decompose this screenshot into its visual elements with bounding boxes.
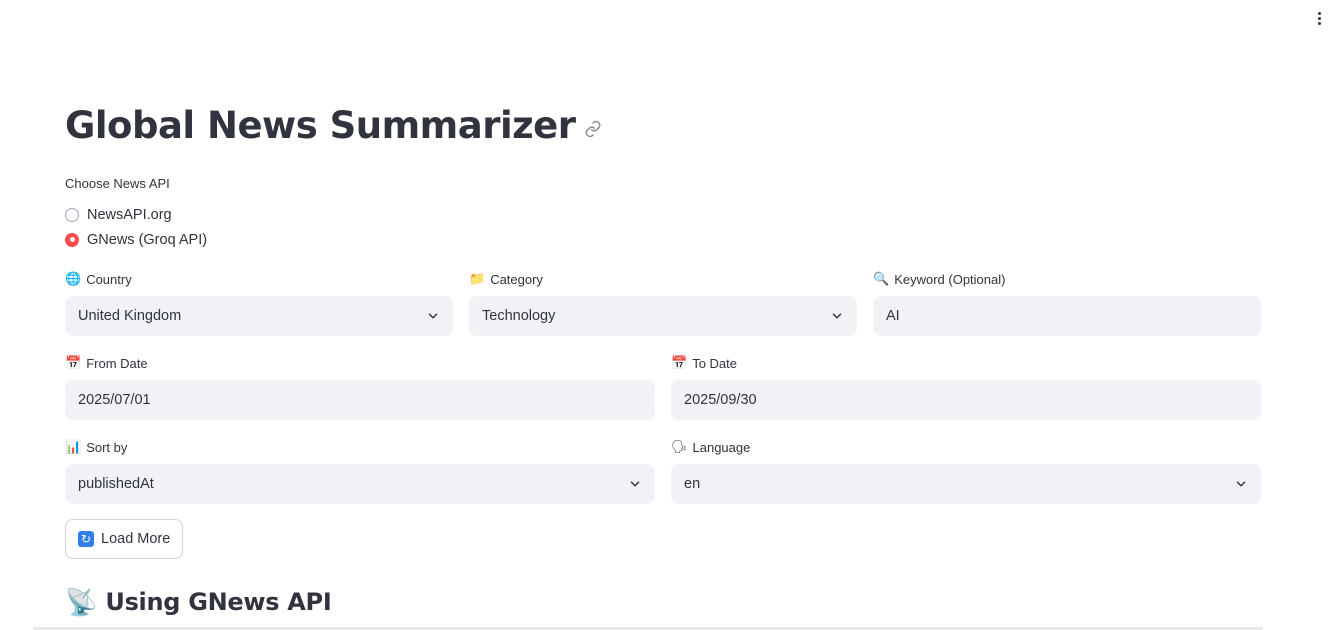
radio-option-newsapi[interactable]: NewsAPI.org bbox=[65, 202, 207, 227]
category-value: Technology bbox=[482, 308, 556, 324]
calendar-icon: 📅 bbox=[671, 355, 688, 371]
to-date-label-text: To Date bbox=[692, 355, 737, 371]
country-label: 🌐 Country bbox=[65, 270, 453, 288]
load-more-label: Load More bbox=[101, 531, 171, 547]
refresh-icon: ↻ bbox=[78, 531, 94, 547]
sort-by-field: 📊 Sort by publishedAt bbox=[65, 438, 655, 504]
country-select[interactable]: United Kingdom bbox=[65, 296, 453, 336]
keyword-value: AI bbox=[886, 308, 900, 324]
keyword-input[interactable]: AI bbox=[873, 296, 1261, 336]
category-label-text: Category bbox=[490, 271, 543, 287]
speaking-head-icon: 🗣 bbox=[671, 439, 688, 455]
language-value: en bbox=[684, 476, 701, 492]
main-menu-button[interactable] bbox=[1309, 8, 1329, 28]
chevron-down-icon bbox=[630, 481, 640, 487]
section-heading-text: Using GNews API bbox=[105, 588, 332, 616]
from-date-label: 📅 From Date bbox=[65, 354, 655, 372]
country-value: United Kingdom bbox=[78, 308, 182, 324]
folder-icon: 📁 bbox=[469, 271, 486, 287]
calendar-icon: 📅 bbox=[65, 355, 82, 371]
chevron-down-icon bbox=[832, 313, 842, 319]
sort-by-label-text: Sort by bbox=[86, 439, 128, 455]
country-field: 🌐 Country United Kingdom bbox=[65, 270, 453, 336]
from-date-field: 📅 From Date 2025/07/01 bbox=[65, 354, 655, 420]
dot bbox=[1317, 21, 1321, 25]
sort-by-label: 📊 Sort by bbox=[65, 438, 655, 456]
to-date-input[interactable]: 2025/09/30 bbox=[671, 380, 1261, 420]
to-date-value: 2025/09/30 bbox=[684, 392, 757, 408]
page-title: Global News Summarizer bbox=[65, 104, 576, 147]
radio-option-gnews[interactable]: GNews (Groq API) bbox=[65, 227, 207, 252]
link-icon[interactable] bbox=[584, 120, 602, 138]
sort-by-value: publishedAt bbox=[78, 476, 154, 492]
radio-option-label: GNews (Groq API) bbox=[87, 231, 208, 248]
chevron-down-icon bbox=[1236, 481, 1246, 487]
magnifier-icon: 🔍 bbox=[873, 271, 890, 287]
radio-button[interactable] bbox=[65, 207, 79, 222]
radio-option-label: NewsAPI.org bbox=[87, 206, 172, 223]
chevron-down-icon bbox=[428, 313, 438, 319]
api-selector-label: Choose News API bbox=[65, 176, 170, 191]
sort-by-select[interactable]: publishedAt bbox=[65, 464, 655, 504]
country-label-text: Country bbox=[86, 271, 132, 287]
to-date-label: 📅 To Date bbox=[671, 354, 1261, 372]
load-more-button[interactable]: ↻ Load More bbox=[65, 519, 184, 559]
language-field: 🗣 Language en bbox=[671, 438, 1261, 504]
keyword-label: 🔍 Keyword (Optional) bbox=[873, 270, 1261, 288]
section-heading: 📡 Using GNews API bbox=[65, 587, 332, 617]
keyword-label-text: Keyword (Optional) bbox=[894, 271, 1006, 287]
globe-icon: 🌐 bbox=[65, 271, 82, 287]
language-label: 🗣 Language bbox=[671, 438, 1261, 456]
language-select[interactable]: en bbox=[671, 464, 1261, 504]
bar-chart-icon: 📊 bbox=[65, 439, 82, 455]
radio-button-selected[interactable] bbox=[65, 232, 79, 247]
language-label-text: Language bbox=[692, 439, 751, 455]
category-field: 📁 Category Technology bbox=[469, 270, 857, 336]
from-date-input[interactable]: 2025/07/01 bbox=[65, 380, 655, 420]
api-radio-group: NewsAPI.org GNews (Groq API) bbox=[65, 202, 207, 252]
keyword-field: 🔍 Keyword (Optional) AI bbox=[873, 270, 1261, 336]
satellite-antenna-icon: 📡 bbox=[65, 587, 98, 617]
from-date-value: 2025/07/01 bbox=[78, 392, 151, 408]
dot bbox=[1317, 16, 1321, 20]
category-label: 📁 Category bbox=[469, 270, 857, 288]
from-date-label-text: From Date bbox=[86, 355, 148, 371]
title-row: Global News Summarizer bbox=[65, 104, 602, 147]
to-date-field: 📅 To Date 2025/09/30 bbox=[671, 354, 1261, 420]
category-select[interactable]: Technology bbox=[469, 296, 857, 336]
dot bbox=[1317, 11, 1321, 15]
